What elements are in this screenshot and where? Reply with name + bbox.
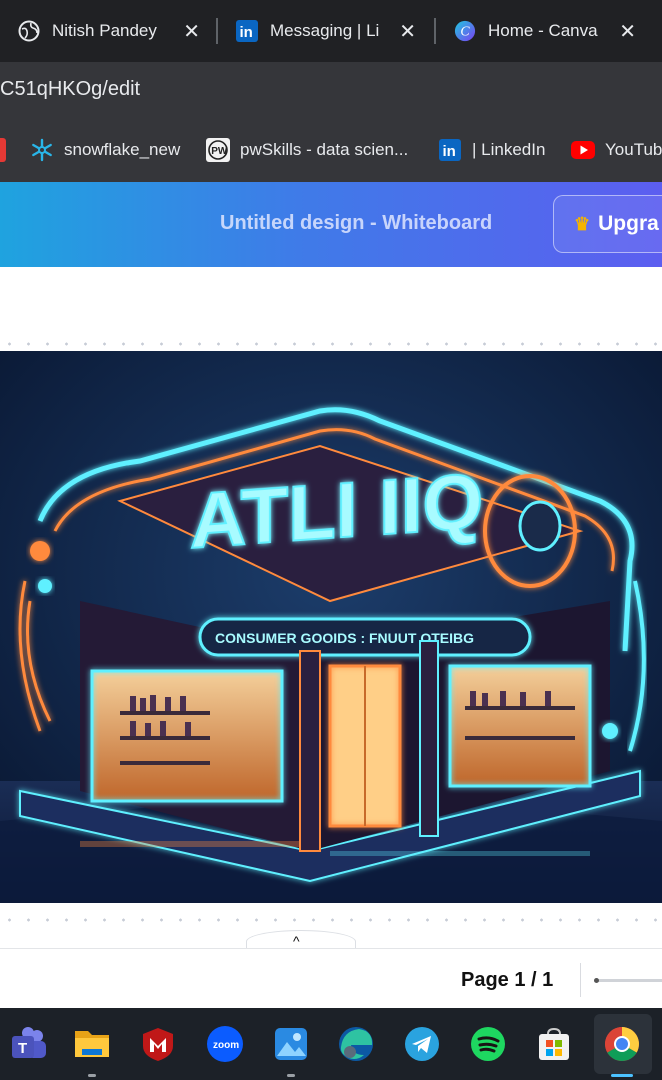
page-indicator[interactable]: Page 1 / 1 <box>461 969 553 992</box>
telegram-icon[interactable] <box>400 1022 444 1066</box>
bookmarks-bar: snowflake_new PW pwSkills - data scien..… <box>0 120 662 182</box>
svg-text:PW: PW <box>211 146 228 157</box>
bookmark-label: pwSkills - data scien... <box>240 140 409 159</box>
chevron-up-icon: ^ <box>293 933 300 949</box>
pwskills-icon: PW <box>206 138 230 162</box>
bookmark-label: YouTub <box>605 140 662 159</box>
editor-footer: Page 1 / 1 <box>0 948 662 1009</box>
url-text[interactable]: C51qHKOg/edit <box>0 78 140 101</box>
address-bar[interactable]: C51qHKOg/edit <box>0 62 662 120</box>
bookmark-youtube[interactable]: YouTub <box>571 138 662 162</box>
footer-divider <box>580 963 581 997</box>
zoom-icon[interactable]: zoom <box>203 1022 247 1066</box>
windows-taskbar: T zoom <box>0 1008 662 1080</box>
zoom-slider-handle[interactable] <box>594 978 599 983</box>
teams-icon[interactable]: T <box>6 1022 50 1066</box>
file-explorer-icon[interactable] <box>70 1022 114 1066</box>
youtube-icon <box>571 138 595 162</box>
canva-icon: C <box>454 20 476 42</box>
bookmark-label: snowflake_new <box>64 140 181 159</box>
tab-divider <box>216 18 218 44</box>
bookmark-linkedin[interactable]: in | LinkedIn <box>438 138 545 162</box>
active-indicator <box>611 1074 633 1077</box>
store-icon[interactable] <box>532 1022 576 1066</box>
running-indicator <box>88 1074 96 1077</box>
design-title[interactable]: Untitled design - Whiteboard <box>220 212 492 235</box>
globe-icon <box>18 20 40 42</box>
tab-divider <box>434 18 436 44</box>
svg-text:in: in <box>240 24 253 41</box>
tab-label: Messaging | Li <box>270 21 380 40</box>
svg-text:in: in <box>443 143 456 160</box>
svg-text:zoom: zoom <box>213 1040 239 1051</box>
edge-icon[interactable] <box>334 1022 378 1066</box>
tab-label: Nitish Pandey <box>52 21 157 40</box>
close-icon[interactable]: ✕ <box>399 19 416 44</box>
snowflake-icon <box>30 138 54 162</box>
mcafee-icon[interactable] <box>136 1022 180 1066</box>
spotify-icon[interactable] <box>466 1022 510 1066</box>
close-icon[interactable]: ✕ <box>183 19 200 44</box>
chrome-icon[interactable] <box>600 1022 644 1066</box>
bookmark-label: | LinkedIn <box>472 140 546 159</box>
browser-tab-strip: Nitish Pandey ✕ in Messaging | Li ✕ C Ho… <box>0 0 662 62</box>
upgrade-button[interactable]: ♛ Upgra <box>553 195 662 253</box>
canva-editor-header: Untitled design - Whiteboard ♛ Upgra <box>0 182 662 267</box>
linkedin-icon: in <box>236 20 258 42</box>
tab-messaging[interactable]: in Messaging | Li ✕ <box>236 8 416 54</box>
page-dotted-border-bottom <box>0 918 662 922</box>
bookmark-pwskills[interactable]: PW pwSkills - data scien... <box>206 138 408 162</box>
upgrade-label: Upgra <box>598 212 659 235</box>
svg-text:T: T <box>18 1040 27 1057</box>
photos-icon[interactable] <box>269 1022 313 1066</box>
svg-text:C: C <box>460 24 470 39</box>
running-indicator <box>287 1074 295 1077</box>
bookmark-snowflake[interactable]: snowflake_new <box>30 138 180 162</box>
design-image-neon-store[interactable]: ATLI IIQ CONSUMER GOOIDS : FNUUT OTEIBG <box>0 351 662 903</box>
bookmark-edge-icon[interactable] <box>0 138 6 162</box>
close-icon[interactable]: ✕ <box>619 19 636 44</box>
tab-home-canva[interactable]: C Home - Canva ✕ <box>454 8 636 54</box>
page-dotted-border-top <box>0 342 662 346</box>
crown-icon: ♛ <box>574 213 591 234</box>
zoom-slider[interactable] <box>594 979 662 982</box>
tab-label: Home - Canva <box>488 21 598 40</box>
linkedin-icon: in <box>438 138 462 162</box>
tab-nitish-pandey[interactable]: Nitish Pandey ✕ <box>18 8 200 54</box>
